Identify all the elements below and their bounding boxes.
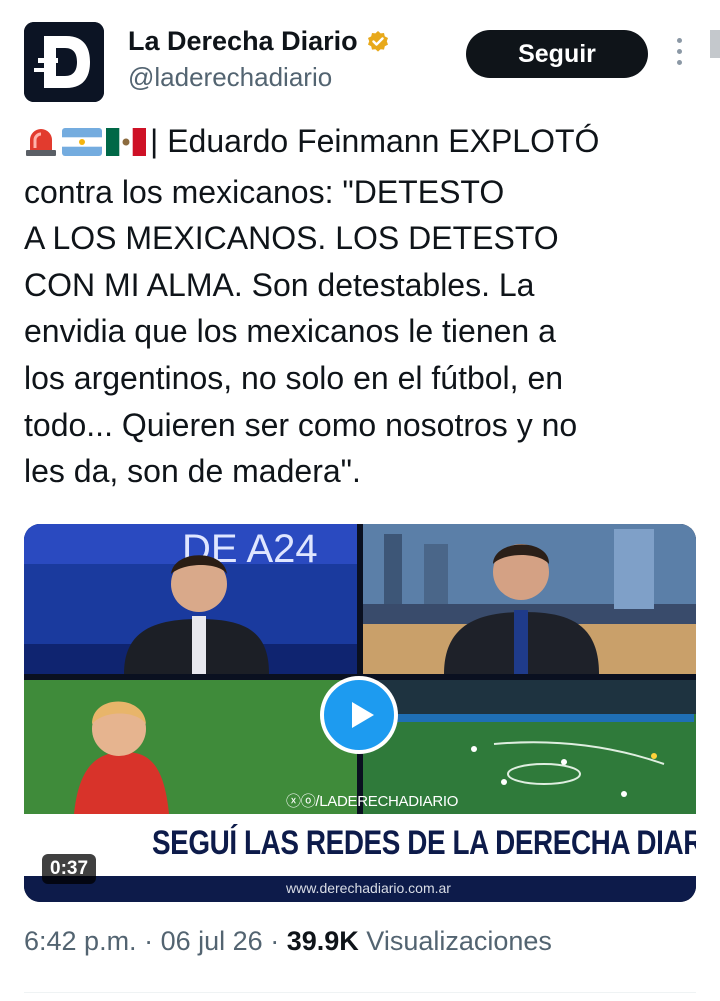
derecha-diario-logo-icon <box>24 22 104 102</box>
avatar[interactable] <box>24 22 104 102</box>
video-duration: 0:37 <box>42 854 97 884</box>
tweet-line-7: todo... Quieren ser como nosotros y no <box>24 406 578 443</box>
tweet-meta: 6:42 p.m. · 06 jul 26 · 39.9K Visualizac… <box>24 926 552 957</box>
display-name[interactable]: La Derecha Diario <box>128 26 358 57</box>
views-count: 39.9K <box>286 926 359 956</box>
banner-text: SEGUÍ LAS REDES DE LA DERECHA DIARIO <box>152 824 696 862</box>
tweet-line-1: | Eduardo Feinmann EXPLOTÓ <box>150 123 600 159</box>
video-player[interactable]: DE A24 ⓧⓞ/LADERECHADIARIO SEGUÍ LAS REDE… <box>24 524 696 902</box>
tweet-line-3: A LOS MEXICANOS. LOS DETESTO <box>24 220 559 257</box>
views-label: Visualizaciones <box>366 926 552 956</box>
mexico-flag-icon <box>106 122 146 169</box>
post-date[interactable]: 06 jul 26 <box>161 926 263 956</box>
website-text: www.derechadiario.com.ar <box>286 880 451 896</box>
tweet-line-4: CON MI ALMA. Son detestables. La <box>24 266 535 303</box>
play-button[interactable] <box>320 676 398 754</box>
media-banner: SEGUÍ LAS REDES DE LA DERECHA DIARIO <box>24 814 696 876</box>
meta-separator-2: · <box>270 926 280 956</box>
more-vertical-icon[interactable] <box>672 38 686 72</box>
tweet-line-8: les da, son de madera". <box>24 453 361 490</box>
rotating-light-icon <box>24 122 58 169</box>
name-row: La Derecha Diario <box>128 26 390 57</box>
tweet-line-6: los argentinos, no solo en el fútbol, en <box>24 359 564 396</box>
tweet-text: | Eduardo Feinmann EXPLOTÓ contra los me… <box>24 118 704 495</box>
tweet-header: La Derecha Diario @laderechadiario Segui… <box>0 0 720 110</box>
meta-separator: · <box>144 926 154 956</box>
edge-indicator <box>710 30 720 58</box>
post-time[interactable]: 6:42 p.m. <box>24 926 137 956</box>
verified-badge-icon <box>367 30 388 52</box>
argentina-flag-icon <box>62 122 102 169</box>
divider <box>24 992 696 993</box>
user-handle[interactable]: @laderechadiario <box>128 62 332 93</box>
follow-button[interactable]: Seguir <box>466 30 648 78</box>
media-watermark: ⓧⓞ/LADERECHADIARIO <box>286 793 459 810</box>
tweet-line-2: contra los mexicanos: "DETESTO <box>24 173 505 210</box>
tweet-line-5: envidia que los mexicanos le tienen a <box>24 313 556 350</box>
play-icon <box>352 702 374 728</box>
